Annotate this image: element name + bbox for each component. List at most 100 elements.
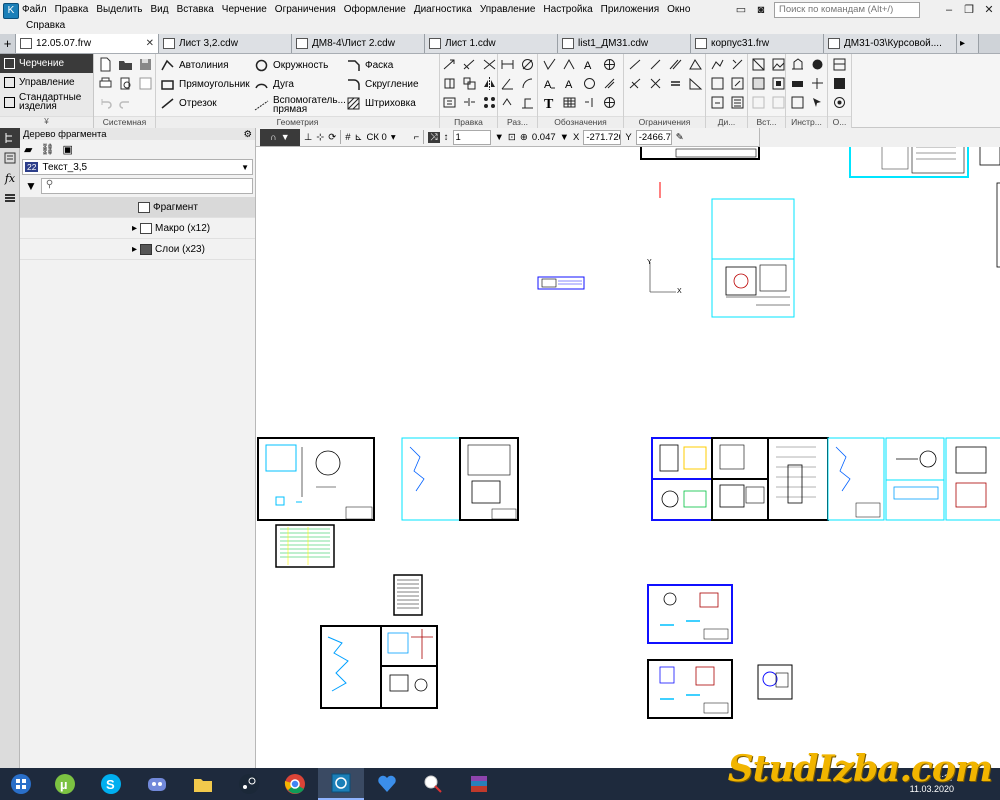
sheet-row-left-2[interactable] [401,437,519,521]
sheet-row-right-5[interactable] [885,437,945,521]
image-icon[interactable]: ▣ [62,143,72,156]
file-explorer-icon[interactable] [180,768,226,800]
move-icon[interactable] [442,57,457,72]
pin-icon[interactable]: ▰ [24,143,32,156]
close-icon[interactable]: ✕ [982,3,996,17]
x-coordinate[interactable]: -271.720 [583,129,622,145]
insert-image-icon[interactable] [771,57,786,72]
equal-constraint-icon[interactable] [668,76,683,91]
layers-panel-icon[interactable] [0,188,20,208]
menu-select[interactable]: Выделить [96,4,142,15]
print-preview-icon[interactable] [118,76,133,91]
sheet-row-right-6[interactable] [945,437,1000,521]
cs-label[interactable]: СК 0 [366,132,386,143]
variables-panel-icon[interactable]: fx [0,168,20,188]
tab-doc-4[interactable]: Лист 1.cdw [425,34,558,53]
tab-close-icon[interactable]: ✕ [146,38,154,49]
horizontal-constraint-icon[interactable] [628,57,643,72]
step-icon[interactable]: ⌐ [414,132,420,143]
rotate-icon[interactable] [442,76,457,91]
tab-doc-7[interactable]: ДМ31-03\Курсовой.... [824,34,957,53]
mode-standard-parts[interactable]: Стандартные изделия [0,91,93,113]
trim-icon[interactable] [482,57,497,72]
tree-search-input[interactable]: ⚲ [40,178,253,194]
properties-panel-icon[interactable] [0,148,20,168]
tree-row-layers[interactable]: ▸ Слои (x23) [20,239,255,260]
text-icon[interactable]: A [542,76,557,91]
discord-icon[interactable] [134,768,180,800]
menu-help[interactable]: Справка [26,20,65,31]
sheet-text-page[interactable] [393,574,423,616]
radius-dimension-icon[interactable] [520,76,535,91]
perpendicular-constraint-icon[interactable] [648,76,663,91]
local-snap-icon[interactable]: ⊹ [316,132,324,143]
sheet-small-square[interactable] [757,664,793,700]
aux-line-button[interactable]: Вспомогатель... прямая [254,96,346,115]
steam-icon[interactable] [226,768,272,800]
kompas-app-icon[interactable]: K [3,3,19,19]
drawing-canvas[interactable]: Y X [256,147,1000,768]
base-icon[interactable]: A [582,57,597,72]
measure-icon[interactable] [790,76,805,91]
y-coordinate[interactable]: -2466.70 [635,129,672,145]
chevron-down-icon[interactable]: ▾ [391,132,396,143]
parallel-constraint-icon[interactable] [668,57,683,72]
gear-icon[interactable]: ⚙ [243,129,252,140]
tab-doc-1[interactable]: 12.05.07.frw ✕ [16,34,159,53]
menu-insert[interactable]: Вставка [177,4,214,15]
sheet-cyan-vertical[interactable] [711,198,795,318]
roughness-icon[interactable] [542,57,557,72]
big-text-icon[interactable]: T [542,95,557,112]
magnifier-app-icon[interactable] [410,768,456,800]
camera-icon[interactable]: ◙ [754,3,768,17]
undo-icon[interactable] [98,95,113,110]
tolerance-icon[interactable]: A [562,76,577,91]
restore-icon[interactable]: ❐ [962,3,976,17]
axis-icon[interactable] [582,76,597,91]
new-tab-icon[interactable]: + [0,34,16,53]
tangent-constraint-icon[interactable] [628,76,643,91]
winrar-icon[interactable] [456,768,502,800]
chevron-down-icon[interactable]: ▼ [495,132,504,143]
calc-icon[interactable] [810,57,825,72]
deform-icon[interactable] [442,95,457,110]
hide-icon[interactable] [810,76,825,91]
expand-arrow-icon[interactable]: ▸ [132,223,137,234]
sheet-row-left-3[interactable] [320,625,438,709]
check-icon[interactable] [710,76,725,91]
menu-management[interactable]: Управление [480,4,536,15]
format-icon[interactable] [832,76,847,91]
menu-constraints[interactable]: Ограничения [275,4,336,15]
text-style-select[interactable]: 22 Текст_3,5 ▼ [22,159,253,175]
menu-applications[interactable]: Приложения [601,4,660,15]
menu-edit[interactable]: Правка [55,4,89,15]
zoom-value[interactable]: 0.047 [532,132,556,143]
filter-icon[interactable]: ▼ [22,179,37,193]
sheet-top-center[interactable] [640,147,760,160]
menu-formatting[interactable]: Оформление [344,4,406,15]
menu-diagnostics[interactable]: Диагностика [414,4,472,15]
tree-row-macro[interactable]: ▸ Макро (x12) [20,218,255,239]
insert-object-icon[interactable] [771,76,786,91]
tree-row-fragment[interactable]: Фрагмент [20,197,255,218]
properties-icon[interactable] [138,76,153,91]
arc-dimension-icon[interactable] [500,95,515,110]
autoline-button[interactable]: Автолиния [160,58,229,73]
mark-icon[interactable] [602,76,617,91]
variables-icon[interactable] [730,57,745,72]
menu-window[interactable]: Окно [667,4,690,15]
tab-list-icon[interactable]: ▸ [957,34,979,53]
arc-button[interactable]: Дуга [254,77,294,92]
fillet-button[interactable]: Скругление [346,77,419,92]
menu-settings[interactable]: Настройка [543,4,592,15]
sheet-lower-right-blue[interactable] [647,584,733,644]
leader-icon[interactable] [562,57,577,72]
panel-toggle-icon[interactable]: ▭ [734,3,748,17]
tree-panel-icon[interactable] [0,128,20,148]
marker-icon[interactable] [790,95,805,110]
sheet-row-right-blue[interactable] [651,437,713,521]
cs-icon[interactable]: ⊾ [355,132,363,143]
tab-doc-3[interactable]: ДМ8-4\Лист 2.cdw [292,34,425,53]
layout-icon[interactable] [832,57,847,72]
zoom-window-icon[interactable]: ⊡ [508,132,516,143]
